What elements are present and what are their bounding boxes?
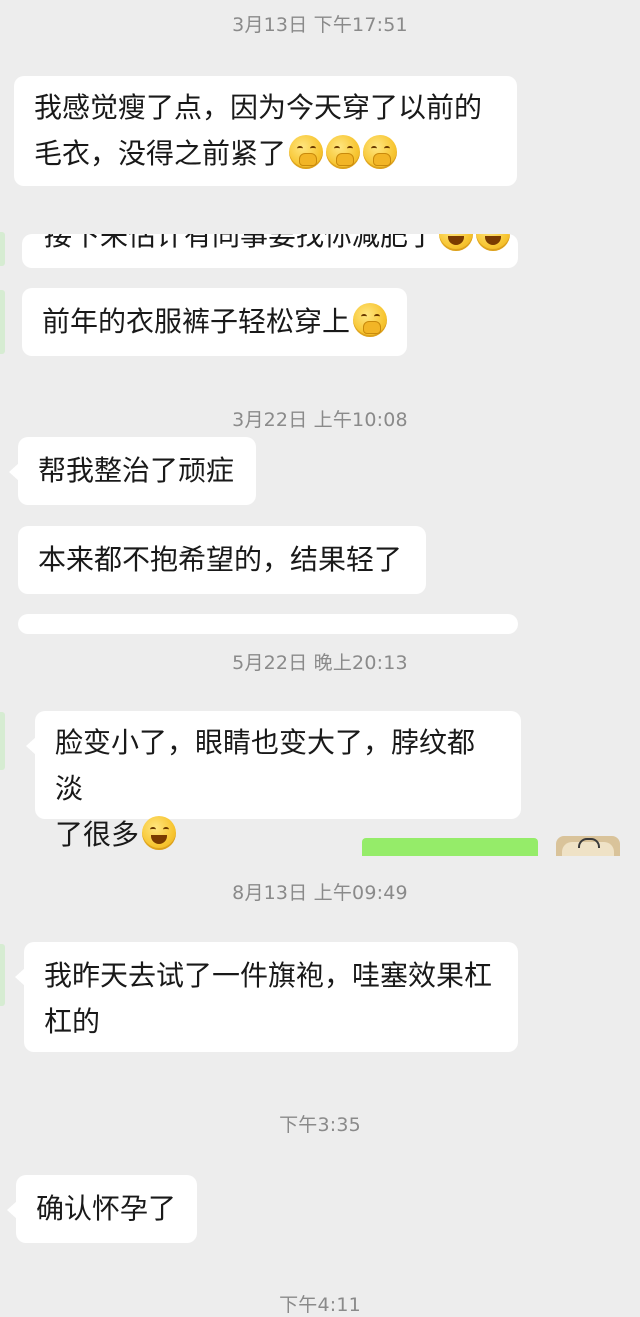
avatar[interactable]: [556, 836, 620, 856]
timestamp: 3月22日 上午10:08: [232, 409, 408, 431]
timestamp: 3月13日 下午17:51: [232, 14, 408, 36]
avatar-edge: [0, 232, 5, 266]
chat-bubble-incoming[interactable]: 脸变小了，眼睛也变大了，脖纹都淡 了很多: [26, 711, 521, 851]
chat-bubble-incoming[interactable]: 帮我整治了顽症: [9, 437, 256, 505]
hand-over-mouth-emoji: [363, 135, 398, 169]
timestamp: 下午3:35: [279, 1114, 361, 1136]
chat-bubble-outgoing-partial[interactable]: [362, 838, 538, 856]
timestamp: 下午4:11: [279, 1294, 361, 1316]
message-text: 确认怀孕了: [36, 1192, 177, 1225]
chat-bubble-incoming-partial[interactable]: [18, 614, 518, 634]
chat-bubble-incoming[interactable]: 确认怀孕了: [7, 1175, 197, 1243]
bubble-tail: [9, 463, 19, 481]
bubble-tail: [15, 968, 25, 986]
bubble-tail: [26, 737, 36, 755]
hand-over-mouth-emoji: [289, 135, 324, 169]
chat-bubble-incoming[interactable]: 我感觉瘦了点，因为今天穿了以前的 毛衣，没得之前紧了: [14, 76, 517, 186]
message-text: 前年的衣服裤子轻松穿上: [42, 305, 351, 338]
chat-bubble-incoming[interactable]: 我昨天去试了一件旗袍，哇塞效果杠 杠的: [15, 942, 518, 1052]
hand-over-mouth-emoji: [326, 135, 361, 169]
hand-over-mouth-emoji: [353, 303, 388, 337]
chat-bubble-incoming[interactable]: 本来都不抱希望的，结果轻了: [18, 526, 426, 594]
avatar-edge: [0, 944, 5, 1006]
timestamp: 8月13日 上午09:49: [232, 882, 408, 904]
message-text: 毛衣，没得之前紧了: [34, 137, 287, 170]
message-text: 了很多: [55, 818, 140, 851]
message-text: 帮我整治了顽症: [38, 454, 235, 487]
laughing-tears-emoji: [439, 234, 474, 251]
message-text: 接下来估计有同事要找你减肥了: [44, 234, 511, 254]
laughing-tears-emoji: [142, 816, 177, 850]
message-text: 杠的: [44, 1005, 101, 1038]
chat-bubble-incoming[interactable]: 前年的衣服裤子轻松穿上: [22, 288, 407, 356]
avatar-edge: [0, 290, 5, 354]
message-text: 我感觉瘦了点，因为今天穿了以前的: [34, 91, 483, 124]
timestamp: 5月22日 晚上20:13: [232, 652, 408, 674]
bubble-tail: [7, 1201, 17, 1219]
message-text: 我昨天去试了一件旗袍，哇塞效果杠: [44, 959, 493, 992]
chat-bubble-incoming-partial[interactable]: 接下来估计有同事要找你减肥了: [22, 234, 518, 268]
laughing-tears-emoji: [476, 234, 511, 251]
avatar-edge: [0, 712, 5, 770]
message-text: 本来都不抱希望的，结果轻了: [38, 543, 403, 576]
message-text: 脸变小了，眼睛也变大了，脖纹都淡: [55, 726, 476, 805]
